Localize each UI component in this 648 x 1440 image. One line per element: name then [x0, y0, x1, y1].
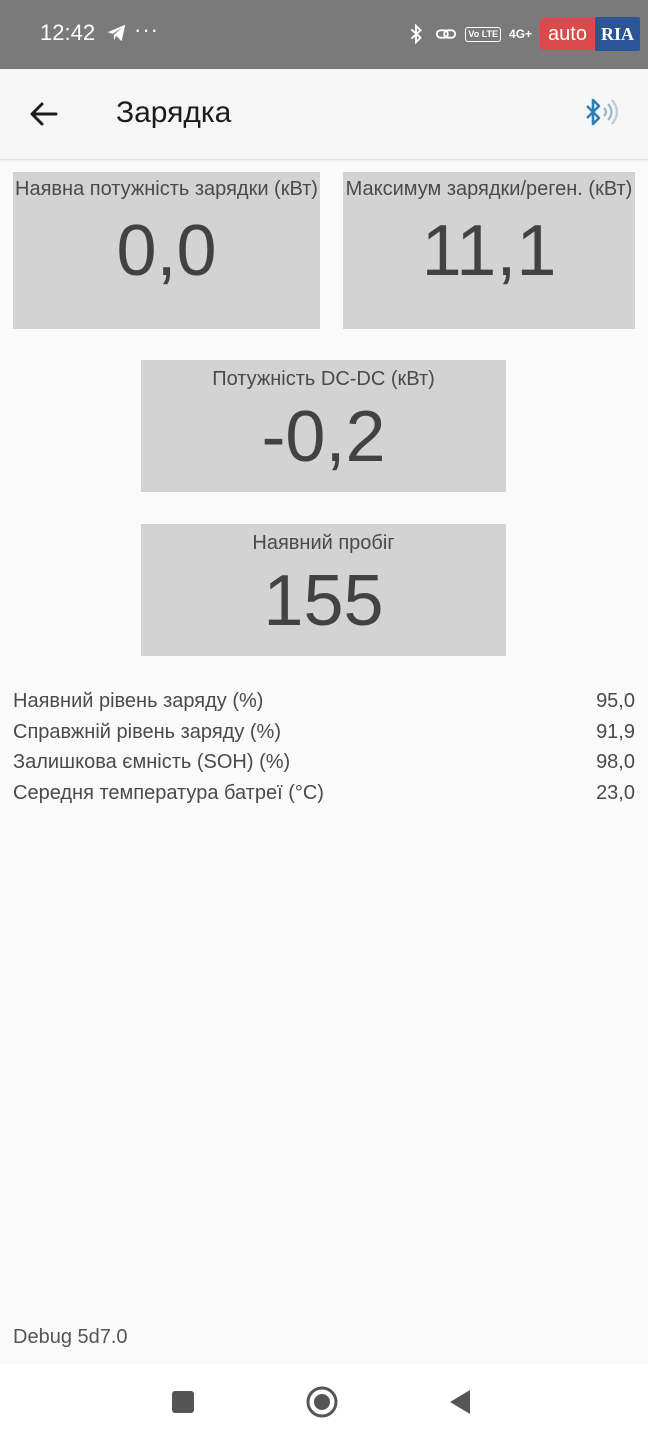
page-title: Зарядка [116, 96, 232, 129]
stat-value: 98,0 [596, 751, 635, 773]
tile-label: Наявний пробіг [252, 532, 395, 554]
tile-value: 11,1 [421, 211, 557, 291]
stat-label: Залишкова ємність (SOH) (%) [13, 751, 291, 773]
stat-row: Середня температура батреї (°C) 23,0 [13, 782, 635, 813]
battery-stats-list: Наявний рівень заряду (%) 95,0 Справжній… [13, 690, 635, 812]
debug-version: Debug 5d7.0 [13, 1326, 128, 1348]
back-arrow-icon[interactable] [28, 98, 60, 130]
stat-label: Середня температура батреї (°C) [13, 781, 324, 804]
bluetooth-icon [411, 23, 423, 45]
stat-row: Справжній рівень заряду (%) 91,9 [13, 721, 635, 752]
stat-value: 95,0 [596, 690, 635, 712]
tile-dcdc-power: Потужність DC-DC (кВт) -0,2 [141, 360, 506, 492]
stat-value: 23,0 [596, 781, 635, 804]
tile-charging-power: Наявна потужність зарядки (кВт) 0,0 [13, 172, 320, 329]
home-circle-icon[interactable] [306, 1386, 338, 1418]
status-bar: 12:42 ··· Vo LTE 4G+ auto RIA [0, 0, 648, 69]
more-notifications-icon: ··· [134, 17, 159, 42]
stat-value: 91,9 [596, 720, 635, 743]
tile-value: -0,2 [261, 397, 386, 477]
tile-label: Наявна потужність зарядки (кВт) [15, 178, 318, 200]
status-icons: Vo LTE 4G+ auto RIA [405, 14, 640, 54]
stat-label: Наявний рівень заряду (%) [13, 690, 264, 712]
stat-row: Наявний рівень заряду (%) 95,0 [13, 690, 635, 721]
back-triangle-icon[interactable] [448, 1388, 472, 1416]
tile-value: 155 [263, 561, 384, 641]
tile-label: Потужність DC-DC (кВт) [212, 368, 435, 390]
tile-value: 0,0 [116, 211, 217, 291]
telegram-icon [107, 24, 126, 42]
stat-row: Залишкова ємність (SOH) (%) 98,0 [13, 751, 635, 782]
system-nav-bar [0, 1364, 648, 1440]
tile-range: Наявний пробіг 155 [141, 524, 506, 656]
signal-icon: 4G+ [509, 26, 533, 41]
bluetooth-connected-icon[interactable] [582, 95, 622, 133]
watermark-auto: auto [540, 18, 595, 50]
app-bar: Зарядка [0, 69, 648, 160]
tile-label: Максимум зарядки/реген. (кВт) [345, 178, 633, 200]
watermark-logo: auto RIA [540, 17, 640, 51]
link-icon [436, 29, 457, 39]
status-time: 12:42 [40, 20, 96, 45]
recents-square-icon[interactable] [172, 1391, 194, 1413]
watermark-ria: RIA [594, 17, 640, 51]
stat-label: Справжній рівень заряду (%) [13, 720, 281, 743]
tile-max-charge-regen: Максимум зарядки/реген. (кВт) 11,1 [343, 172, 635, 329]
volte-icon: Vo LTE [465, 26, 502, 42]
